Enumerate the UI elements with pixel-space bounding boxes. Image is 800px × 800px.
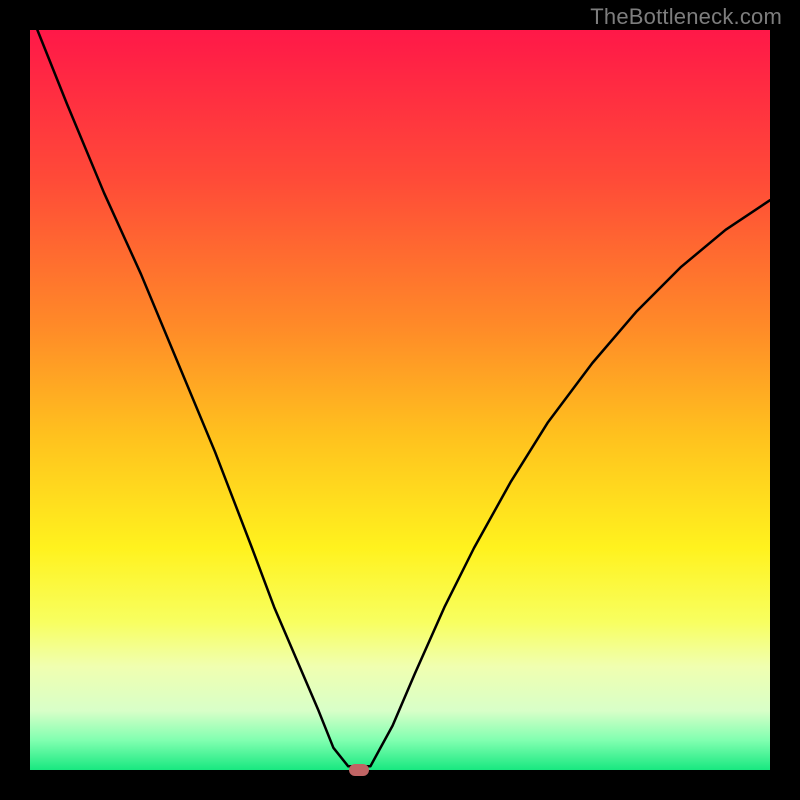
- outer-frame: TheBottleneck.com: [0, 0, 800, 800]
- watermark-text: TheBottleneck.com: [590, 4, 782, 30]
- gradient-background: [30, 30, 770, 770]
- plot-area: [30, 30, 770, 770]
- chart-svg: [30, 30, 770, 770]
- optimum-marker: [349, 764, 369, 776]
